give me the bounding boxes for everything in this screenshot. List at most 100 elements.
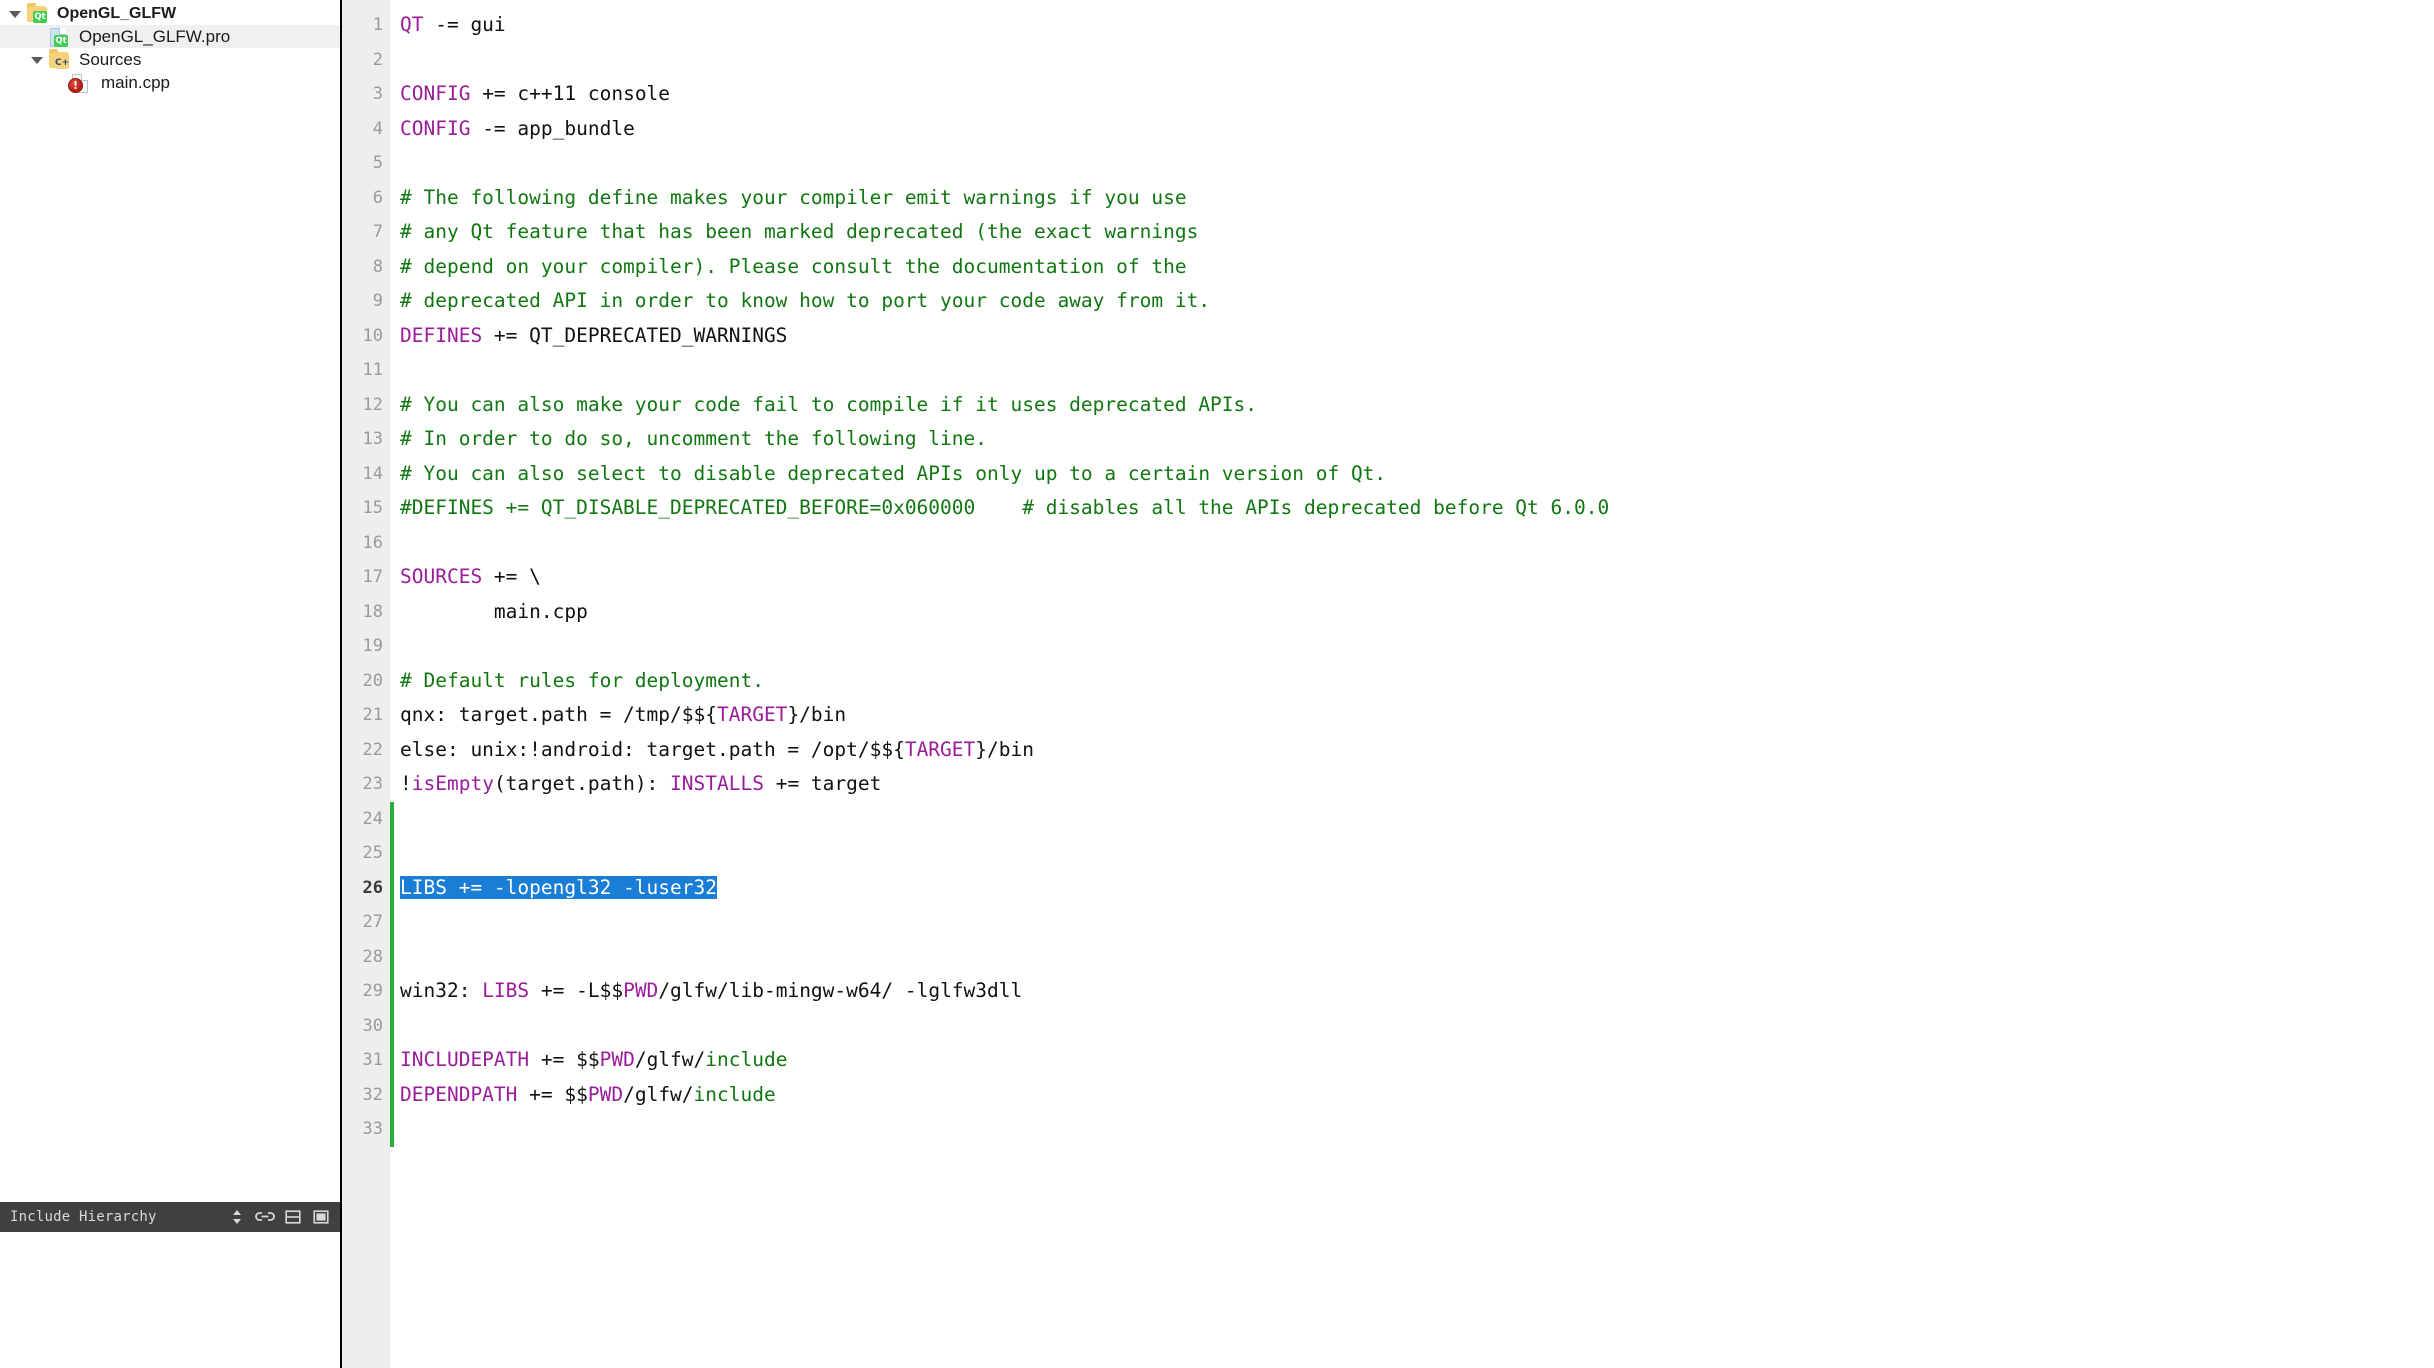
code-line[interactable]: # You can also make your code fail to co…	[400, 388, 2434, 423]
code-line[interactable]: DEFINES += QT_DEPRECATED_WARNINGS	[400, 319, 2434, 354]
updown-arrows-icon[interactable]	[224, 1205, 250, 1229]
code-line[interactable]	[400, 1009, 2434, 1044]
tree-item-main-cpp[interactable]: ! main.cpp	[0, 71, 340, 94]
code-line[interactable]: #DEFINES += QT_DISABLE_DEPRECATED_BEFORE…	[400, 491, 2434, 526]
tree-item-opengl-glfw[interactable]: Qt OpenGL_GLFW	[0, 2, 340, 25]
tree-item-opengl-glfw-pro[interactable]: Qt OpenGL_GLFW.pro	[0, 25, 340, 48]
line-number: 22	[362, 739, 383, 760]
link-icon[interactable]	[252, 1205, 278, 1229]
line-number: 2	[372, 49, 383, 70]
code-token: QT	[400, 13, 424, 36]
tree-item-label: OpenGL_GLFW	[57, 4, 177, 22]
change-marker-empty	[390, 215, 396, 250]
tree-indent-spacer	[28, 28, 46, 46]
change-marker-empty	[390, 250, 396, 285]
code-line[interactable]	[400, 43, 2434, 78]
code-line[interactable]: DEPENDPATH += $$PWD/glfw/include	[400, 1078, 2434, 1113]
code-token: /glfw/	[634, 1048, 706, 1071]
code-line[interactable]: !isEmpty(target.path): INSTALLS += targe…	[400, 767, 2434, 802]
change-marker-column	[390, 0, 396, 1368]
code-token: PWD	[599, 1048, 635, 1071]
change-marker-empty	[390, 181, 396, 216]
code-token: TARGET	[716, 703, 788, 726]
code-token: }/bin	[787, 703, 847, 726]
change-marker-empty	[390, 77, 396, 112]
code-line[interactable]	[400, 526, 2434, 561]
code-line[interactable]: # The following define makes your compil…	[400, 181, 2434, 216]
chevron-down-icon[interactable]	[28, 51, 46, 69]
code-line[interactable]: # You can also select to disable depreca…	[400, 457, 2434, 492]
chevron-down-icon[interactable]	[6, 5, 24, 23]
code-line[interactable]: else: unix:!android: target.path = /opt/…	[400, 733, 2434, 768]
code-line[interactable]	[400, 802, 2434, 837]
code-editor[interactable]: 1 2 3 4 5 6 7 8 9 10 11 12 13 14 15 16 17 18 19 20 21 22 23 24 2…	[342, 0, 2434, 1368]
line-number: 28	[362, 946, 383, 967]
code-line[interactable]: win32: LIBS += -L$$PWD/glfw/lib-mingw-w6…	[400, 974, 2434, 1009]
change-marker-empty	[390, 767, 396, 802]
change-marker	[390, 1112, 396, 1147]
close-panel-icon[interactable]	[308, 1205, 334, 1229]
folder-qt-icon: Qt	[26, 2, 50, 24]
code-line[interactable]	[400, 146, 2434, 181]
include-hierarchy-panel-header: Include Hierarchy	[0, 1202, 340, 1232]
line-number: 15	[362, 498, 383, 518]
code-token: #DEFINES += QT_DISABLE_DEPRECATED_BEFORE…	[400, 496, 1610, 519]
change-marker-empty	[390, 491, 396, 526]
code-line[interactable]: SOURCES += \	[400, 560, 2434, 595]
code-token: += $$	[517, 1082, 588, 1106]
code-token: LIBS	[482, 979, 530, 1002]
project-tree[interactable]: Qt OpenGL_GLFW Qt OpenGL_GLFW.pro C+ Sources!…	[0, 0, 340, 94]
code-line[interactable]: # In order to do so, uncomment the follo…	[400, 422, 2434, 457]
code-line[interactable]	[400, 629, 2434, 664]
code-line[interactable]	[400, 353, 2434, 388]
code-line[interactable]: CONFIG -= app_bundle	[400, 112, 2434, 147]
code-token: PWD	[623, 979, 659, 1002]
project-sidebar: Qt OpenGL_GLFW Qt OpenGL_GLFW.pro C+ Sources!…	[0, 0, 342, 1368]
change-marker	[390, 836, 396, 871]
code-token: += QT_DEPRECATED_WARNINGS	[482, 323, 788, 347]
code-token: INSTALLS	[670, 772, 764, 795]
code-token: (target.path):	[493, 772, 671, 795]
code-token: /glfw/	[623, 1082, 694, 1106]
line-number: 6	[372, 187, 383, 208]
line-number: 26	[362, 877, 383, 898]
code-token: += -L$$	[529, 979, 624, 1002]
line-number: 5	[372, 153, 383, 173]
change-marker	[390, 1077, 396, 1112]
change-marker-empty	[390, 284, 396, 319]
code-line[interactable]	[400, 940, 2434, 975]
code-token: TARGET	[904, 737, 976, 761]
tree-item-sources[interactable]: C+ Sources	[0, 48, 340, 71]
code-line[interactable]	[400, 836, 2434, 871]
change-marker	[390, 801, 396, 836]
code-line[interactable]: # any Qt feature that has been marked de…	[400, 215, 2434, 250]
code-line[interactable]: qnx: target.path = /tmp/$${TARGET}/bin	[400, 698, 2434, 733]
code-line[interactable]	[400, 1112, 2434, 1147]
code-line[interactable]: QT -= gui	[400, 8, 2434, 43]
code-line[interactable]	[400, 905, 2434, 940]
code-token: !	[400, 772, 412, 795]
change-marker-empty	[390, 112, 396, 147]
split-icon[interactable]	[280, 1205, 306, 1229]
code-line[interactable]: main.cpp	[400, 595, 2434, 630]
code-line[interactable]: # Default rules for deployment.	[400, 664, 2434, 699]
line-number: 13	[362, 429, 383, 449]
code-token: main.cpp	[400, 599, 588, 623]
code-token: # deprecated API in order to know how to…	[400, 289, 1211, 312]
code-token: win32:	[400, 979, 483, 1002]
change-marker-empty	[390, 422, 396, 457]
line-number: 24	[362, 808, 383, 829]
sidebar-empty-area	[0, 94, 340, 1202]
change-marker-empty	[390, 629, 396, 664]
include-hierarchy-content	[0, 1232, 340, 1368]
code-line[interactable]: # depend on your compiler). Please consu…	[400, 250, 2434, 285]
code-line[interactable]: LIBS += -lopengl32 -luser32	[400, 871, 2434, 906]
change-marker-empty	[390, 8, 396, 43]
change-marker-empty	[390, 595, 396, 630]
code-text-area[interactable]: QT -= gui CONFIG += c++11 console CONFIG …	[396, 0, 2434, 1368]
code-line[interactable]: # deprecated API in order to know how to…	[400, 284, 2434, 319]
code-line[interactable]: CONFIG += c++11 console	[400, 77, 2434, 112]
code-line[interactable]: INCLUDEPATH += $$PWD/glfw/include	[400, 1043, 2434, 1078]
code-token: # any Qt feature that has been marked de…	[400, 220, 1199, 243]
qt-creator-window: Qt OpenGL_GLFW Qt OpenGL_GLFW.pro C+ Sources!…	[0, 0, 2434, 1368]
